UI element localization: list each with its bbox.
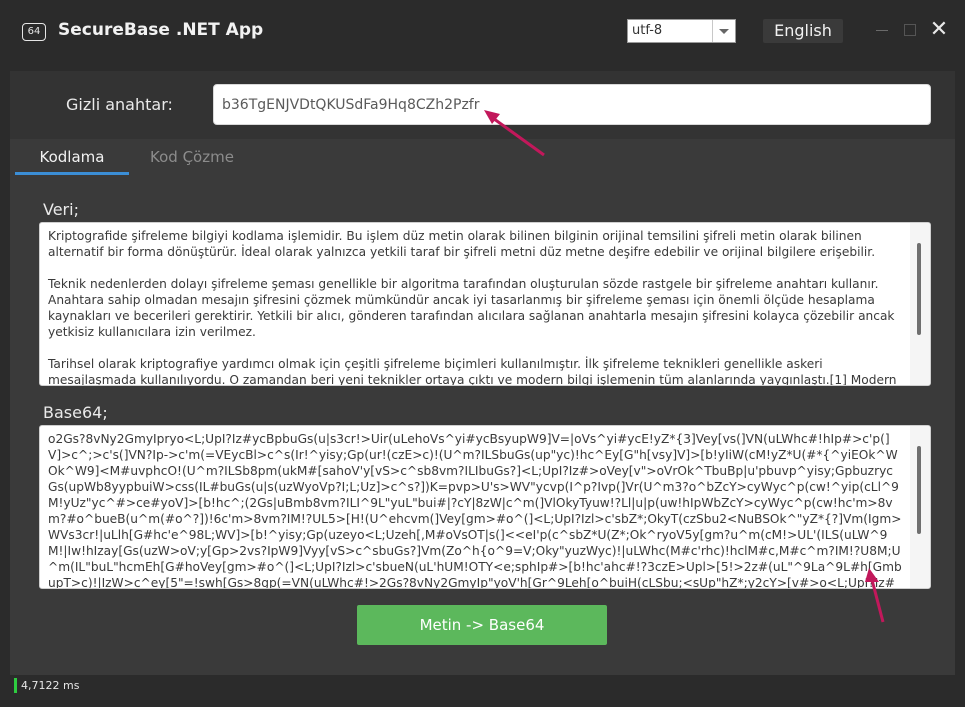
data-scroll-thumb[interactable] (917, 243, 921, 335)
app-title: SecureBase .NET App (58, 20, 264, 40)
status-bar: 4,7122 ms (0, 675, 965, 707)
tab-bar: Kodlama Kod Çözme (15, 141, 950, 175)
encoding-value: utf-8 (632, 23, 663, 38)
secret-key-area: Gizli anahtar: (10, 71, 955, 139)
base64-text: o2Gs?8vNy2GmyIpryo<L;UpI?Iz#ycBpbuGs(u|s… (48, 432, 902, 588)
base64-label: Base64; (43, 403, 108, 422)
base64-textarea[interactable]: o2Gs?8vNy2GmyIpryo<L;UpI?Iz#ycBpbuGs(u|s… (39, 425, 931, 589)
language-button[interactable]: English (763, 19, 843, 43)
main-panel: Gizli anahtar: Kodlama Kod Çözme Veri; K… (10, 71, 955, 675)
convert-to-base64-button[interactable]: Metin -> Base64 (357, 605, 607, 645)
encoding-dropdown-toggle[interactable] (712, 20, 735, 42)
chevron-down-icon (719, 29, 729, 34)
tab-decode[interactable]: Kod Çözme (135, 141, 249, 175)
secret-key-label: Gizli anahtar: (66, 95, 173, 114)
title-bar: 64 SecureBase .NET App utf-8 English ✕ (0, 0, 965, 62)
elapsed-time: 4,7122 ms (21, 679, 80, 692)
data-scrollbar[interactable] (910, 223, 930, 385)
app-logo-icon: 64 (22, 23, 46, 41)
data-textarea[interactable]: Kriptografide şifreleme bilgiyi kodlama … (39, 222, 931, 386)
base64-scrollbar[interactable] (910, 426, 930, 588)
close-icon[interactable]: ✕ (929, 19, 949, 41)
data-label: Veri; (43, 200, 79, 219)
minimize-icon[interactable] (872, 20, 892, 40)
encoding-select[interactable]: utf-8 (627, 19, 736, 43)
status-indicator (14, 678, 17, 693)
secret-key-input[interactable] (213, 84, 931, 125)
tab-encode[interactable]: Kodlama (15, 141, 129, 175)
base64-scroll-thumb[interactable] (917, 446, 921, 534)
maximize-icon[interactable] (900, 20, 920, 40)
data-text: Kriptografide şifreleme bilgiyi kodlama … (48, 229, 897, 385)
